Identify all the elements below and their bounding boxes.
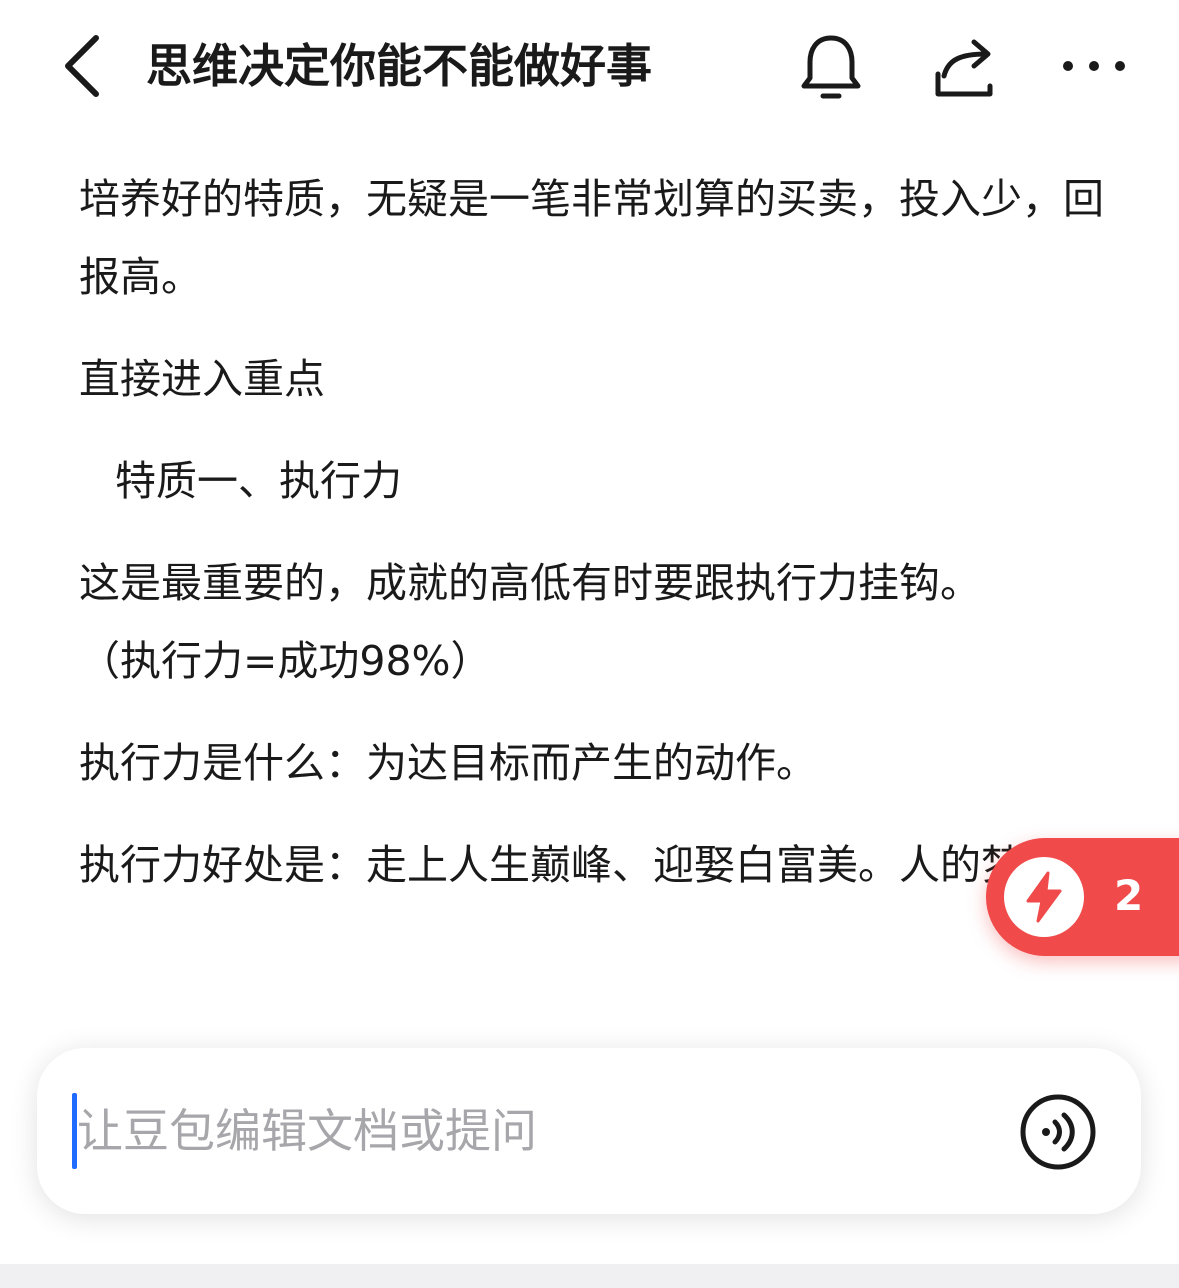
paragraph: 执行力好处是：走上人生巅峰、迎娶白富美。人的梦想）	[79, 841, 1104, 889]
notification-button[interactable]	[796, 30, 866, 102]
page-title: 思维决定你能不能做好事	[146, 39, 652, 93]
prompt-input[interactable]	[77, 1096, 977, 1166]
lightning-icon	[1026, 871, 1062, 923]
voice-button[interactable]	[1019, 1093, 1097, 1171]
back-button[interactable]	[52, 30, 112, 102]
more-button[interactable]	[1058, 30, 1128, 102]
quick-action-badge[interactable]: 2	[986, 838, 1179, 956]
bell-icon	[801, 35, 861, 99]
share-icon	[935, 39, 993, 97]
bolt-circle	[1004, 857, 1084, 937]
chevron-left-icon	[65, 35, 99, 97]
paragraph: 直接进入重点	[79, 355, 325, 403]
more-icon	[1063, 61, 1125, 71]
paragraph-line: 这是最重要的，成就的高低有时要跟执行力挂钩。	[79, 559, 981, 607]
voice-icon	[1020, 1094, 1096, 1170]
share-button[interactable]	[928, 30, 998, 102]
paragraph-line: （执行力=成功98%）	[79, 637, 492, 685]
document-body[interactable]: 培养好的特质，无疑是一笔非常划算的买卖，投入少，回报高。 直接进入重点 特质一、…	[79, 160, 1109, 928]
section-heading: 特质一、执行力	[115, 457, 402, 505]
ask-bar	[37, 1048, 1141, 1214]
top-bar: 思维决定你能不能做好事	[0, 0, 1179, 135]
paragraph: 培养好的特质，无疑是一笔非常划算的买卖，投入少，回报高。	[79, 175, 1104, 301]
paragraph: 这是最重要的，成就的高低有时要跟执行力挂钩。 （执行力=成功98%）	[79, 544, 1109, 700]
paragraph: 执行力是什么：为达目标而产生的动作。	[79, 739, 817, 787]
bottom-strip	[0, 1264, 1179, 1288]
badge-count: 2	[1114, 871, 1144, 920]
